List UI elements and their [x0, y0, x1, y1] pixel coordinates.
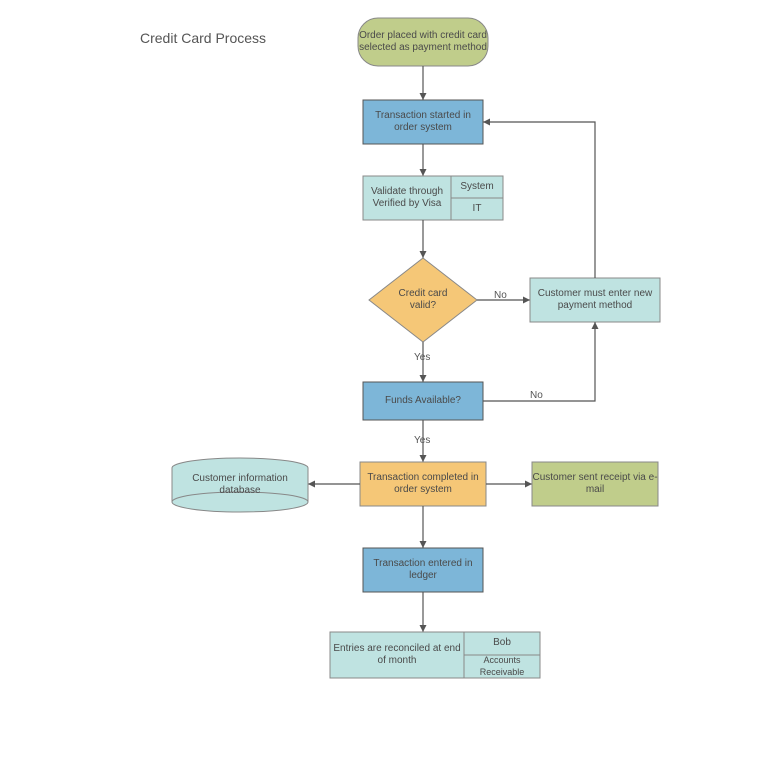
node-validate-a — [451, 176, 503, 198]
flowchart-canvas — [0, 0, 768, 768]
node-cust-db — [172, 458, 308, 512]
edge-label-no-1: No — [494, 290, 507, 301]
node-valid-decision — [369, 258, 477, 342]
edge-label-yes-1: Yes — [414, 352, 430, 363]
node-ledger — [363, 548, 483, 592]
node-receipt — [532, 462, 658, 506]
node-validate-b — [451, 198, 503, 220]
node-funds — [363, 382, 483, 420]
node-txn-complete — [360, 462, 486, 506]
node-new-payment — [530, 278, 660, 322]
node-start — [358, 18, 488, 66]
node-validate-main — [363, 176, 451, 220]
node-reconcile-main — [330, 632, 464, 678]
node-txn-started — [363, 100, 483, 144]
node-reconcile-a — [464, 632, 540, 655]
edge-label-no-2: No — [530, 390, 543, 401]
edge-label-yes-2: Yes — [414, 435, 430, 446]
page-title: Credit Card Process — [140, 30, 266, 46]
node-reconcile-b — [464, 655, 540, 678]
